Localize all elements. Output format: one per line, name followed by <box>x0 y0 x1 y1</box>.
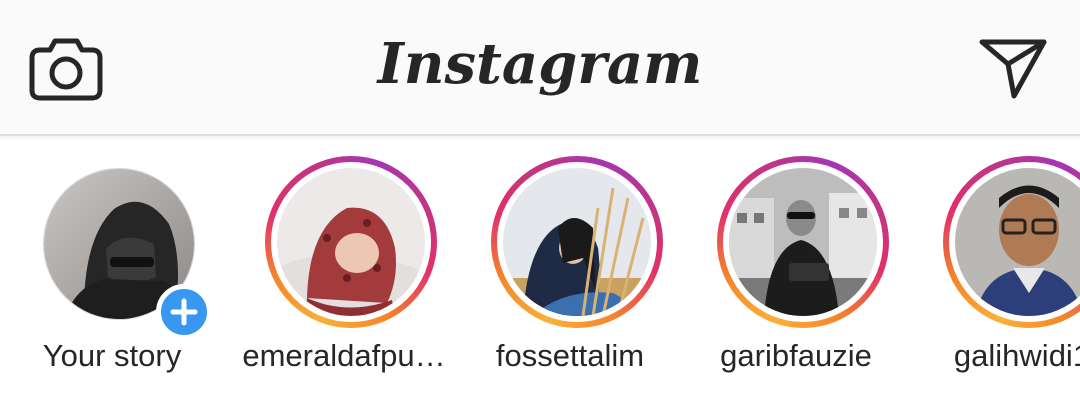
story-item-garibfauzie[interactable]: garibfauzie <box>684 136 908 402</box>
instagram-logo: Instagram <box>377 31 703 97</box>
story-item-fossettalim[interactable]: fossettalim <box>458 136 682 402</box>
story-ring <box>717 156 889 328</box>
top-bar: Instagram <box>0 0 1080 136</box>
story-username: Your story <box>42 338 182 373</box>
story-ring <box>943 156 1080 328</box>
story-item-galihwidi1[interactable]: galihwidi1 <box>910 136 1080 402</box>
avatar <box>729 168 877 316</box>
story-item-emeraldafpu[interactable]: emeraldafpu… <box>232 136 456 402</box>
story-username: fossettalim <box>495 338 645 373</box>
avatar <box>503 168 651 316</box>
story-username: emeraldafpu… <box>242 338 446 373</box>
avatar <box>277 168 425 316</box>
stories-tray: Your story emeraldafpu… fossettalim gari… <box>0 136 1080 402</box>
add-story-plus-icon[interactable] <box>156 284 212 340</box>
direct-message-icon[interactable] <box>976 36 1050 100</box>
story-ring <box>491 156 663 328</box>
story-item-your-story[interactable]: Your story <box>0 136 224 402</box>
story-ring <box>265 156 437 328</box>
story-username: garibfauzie <box>720 338 872 373</box>
story-username: galihwidi1 <box>953 338 1080 373</box>
avatar <box>955 168 1080 316</box>
instagram-home: Instagram Your story emeraldafpu… fosset… <box>0 0 1080 402</box>
